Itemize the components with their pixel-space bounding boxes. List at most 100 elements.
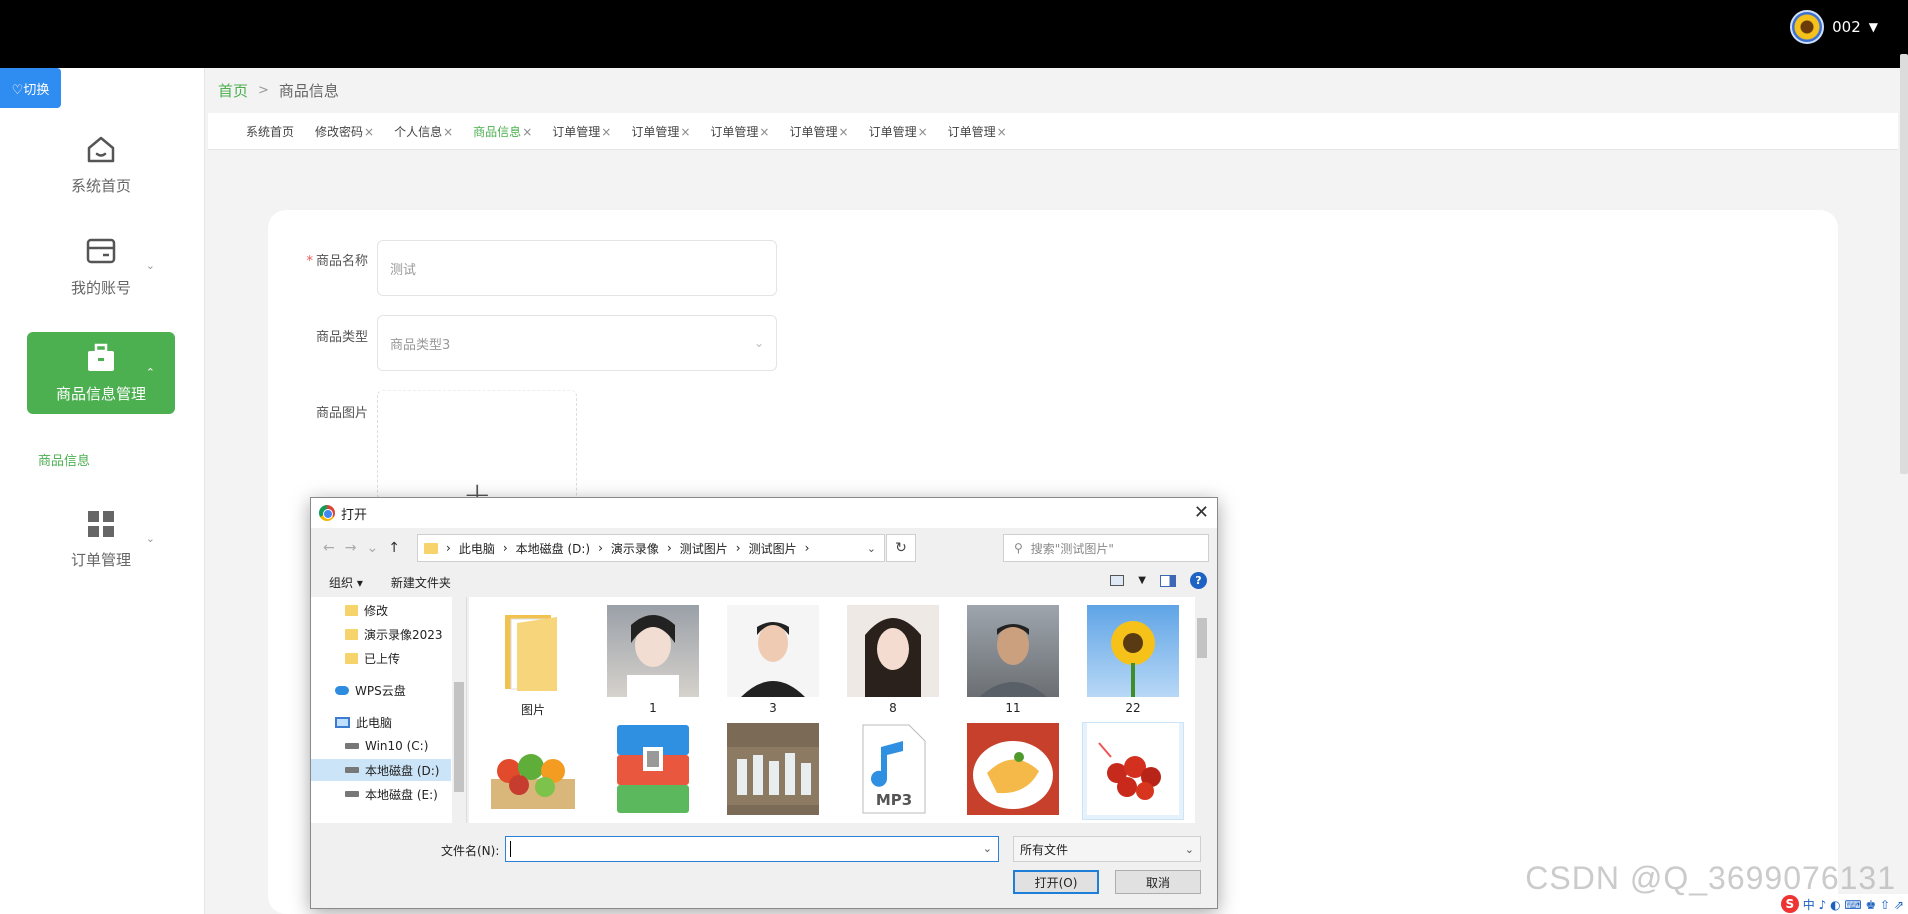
cancel-button[interactable]: 取消 [1115, 870, 1201, 894]
tab-change-password[interactable]: 修改密码× [315, 123, 374, 140]
view-mode-icon[interactable] [1110, 575, 1125, 586]
avatar[interactable] [1790, 10, 1825, 44]
portrait-thumbnail [967, 605, 1059, 697]
file-item[interactable]: 1 [603, 605, 703, 715]
close-icon[interactable]: × [522, 125, 532, 139]
tab-product-info[interactable]: 商品信息× [473, 123, 532, 140]
organize-button[interactable]: 组织 ▾ [329, 574, 363, 591]
user-menu[interactable]: 002 ▼ [1790, 10, 1878, 44]
close-icon[interactable]: × [759, 125, 769, 139]
sogou-ime-icon[interactable]: S [1780, 895, 1799, 913]
home-icon [85, 133, 117, 165]
new-folder-button[interactable]: 新建文件夹 [391, 574, 451, 591]
tree-item[interactable]: Win10 (C:) [345, 735, 428, 757]
back-arrow-icon[interactable]: ← [323, 540, 335, 556]
food-thumbnail [967, 723, 1059, 815]
file-item[interactable] [483, 723, 583, 819]
folder-icon [345, 652, 358, 664]
product-type-select[interactable]: 商品类型3 ⌄ [377, 315, 777, 371]
switch-button[interactable]: ♡切换 [0, 68, 61, 108]
tree-item[interactable]: 演示录像2023 [345, 623, 443, 645]
chevron-down-icon[interactable]: ⌄ [983, 842, 992, 855]
dialog-title: 打开 [341, 507, 368, 523]
tray-icons[interactable]: 中 ♪ ◐ ⌨ ♚ ⇧ ⇗ [1803, 896, 1904, 913]
sidebar-item-home[interactable]: 系统首页 [27, 123, 175, 205]
sidebar-item-account[interactable]: 我的账号 ⌄ [27, 225, 175, 307]
portrait-thumbnail [847, 605, 939, 697]
chrome-icon [319, 505, 335, 521]
close-icon[interactable]: × [680, 125, 690, 139]
tree-item[interactable]: 此电脑 [335, 711, 392, 733]
tree-item[interactable]: 修改 [345, 599, 388, 621]
drive-icon [345, 791, 359, 797]
file-item[interactable] [963, 723, 1063, 819]
refresh-icon: ↻ [895, 540, 907, 556]
path-segment[interactable]: 测试图片 [680, 540, 728, 557]
tab-home[interactable]: 系统首页 [246, 123, 295, 140]
forward-arrow-icon[interactable]: → [345, 540, 357, 556]
path-segment[interactable]: 此电脑 [459, 540, 495, 557]
filename-input[interactable]: ⌄ [505, 836, 999, 862]
breadcrumb: 首页 > 商品信息 [218, 80, 339, 101]
recent-chevron-icon[interactable]: ⌄ [366, 540, 378, 556]
chevron-down-icon[interactable]: ⌄ [867, 542, 876, 555]
file-item[interactable]: 图片 [483, 605, 583, 718]
breadcrumb-home-link[interactable]: 首页 [218, 80, 248, 101]
crayfish-thumbnail [1087, 723, 1179, 815]
tree-item-selected[interactable]: 本地磁盘 (D:) [311, 759, 451, 781]
tab-personal-info[interactable]: 个人信息× [394, 123, 453, 140]
close-icon[interactable]: × [364, 125, 374, 139]
tree-item[interactable]: WPS云盘 [335, 679, 406, 701]
top-bar: 002 ▼ [0, 0, 1908, 68]
close-icon[interactable]: × [918, 125, 928, 139]
path-segment[interactable]: 演示录像 [611, 540, 659, 557]
tab-orders[interactable]: 订单管理× [552, 123, 611, 140]
caret-down-icon[interactable]: ▼ [1869, 20, 1878, 34]
tree-item[interactable]: 已上传 [345, 647, 400, 669]
address-bar[interactable]: › 此电脑 › 本地磁盘 (D:) › 演示录像 › 测试图片 › 测试图片 ›… [417, 534, 885, 562]
tree-item[interactable]: 本地磁盘 (E:) [345, 783, 438, 805]
product-name-input[interactable]: 测试 [377, 240, 777, 296]
file-item[interactable] [723, 723, 823, 819]
username[interactable]: 002 [1832, 18, 1861, 36]
help-icon[interactable]: ? [1190, 572, 1207, 589]
search-input[interactable]: ⚲ 搜索"测试图片" [1003, 534, 1209, 562]
file-type-select[interactable]: 所有文件 ⌄ [1013, 836, 1201, 862]
file-item-hovered[interactable] [1082, 722, 1184, 820]
file-item[interactable]: MP3 [843, 723, 943, 819]
up-arrow-icon[interactable]: ↑ [388, 540, 400, 556]
tab-orders[interactable]: 订单管理× [869, 123, 928, 140]
file-item[interactable]: 3 [723, 605, 823, 715]
file-item[interactable]: 8 [843, 605, 943, 715]
sunflower-thumbnail [1087, 605, 1179, 697]
sidebar-item-product-management[interactable]: 商品信息管理 ⌃ [27, 332, 175, 414]
archive-icon [607, 723, 699, 815]
open-button[interactable]: 打开(O) [1013, 870, 1099, 894]
tab-orders[interactable]: 订单管理× [789, 123, 848, 140]
path-segment[interactable]: 测试图片 [749, 540, 797, 557]
close-icon[interactable]: × [443, 125, 453, 139]
refresh-button[interactable]: ↻ [886, 534, 916, 562]
sidebar-subitem-product-info[interactable]: 商品信息 [38, 450, 90, 469]
tree-scroll-thumb[interactable] [454, 682, 464, 792]
tab-orders[interactable]: 订单管理× [710, 123, 769, 140]
close-icon[interactable]: × [601, 125, 611, 139]
preview-pane-icon[interactable] [1160, 574, 1176, 587]
close-icon[interactable]: × [839, 125, 849, 139]
tab-orders[interactable]: 订单管理× [948, 123, 1007, 140]
close-icon[interactable]: ✕ [1194, 502, 1209, 523]
file-item[interactable]: 22 [1083, 605, 1183, 715]
search-placeholder: 搜索"测试图片" [1030, 541, 1114, 556]
path-segment[interactable]: 本地磁盘 (D:) [516, 540, 590, 557]
sidebar-item-orders[interactable]: 订单管理 ⌄ [27, 498, 175, 580]
tab-orders[interactable]: 订单管理× [631, 123, 690, 140]
file-item[interactable] [603, 723, 703, 819]
search-icon: ⚲ [1014, 541, 1023, 555]
close-icon[interactable]: × [997, 125, 1007, 139]
page-scrollbar[interactable] [1900, 54, 1908, 474]
navigation-pane: 修改 演示录像2023 已上传 WPS云盘 此电脑 Win10 (C:) 本地磁… [311, 597, 467, 823]
caret-down-icon[interactable]: ▼ [1138, 575, 1146, 586]
file-list-scroll-thumb[interactable] [1197, 618, 1207, 658]
file-item[interactable]: 11 [963, 605, 1063, 715]
mp3-file-icon: MP3 [847, 723, 939, 815]
